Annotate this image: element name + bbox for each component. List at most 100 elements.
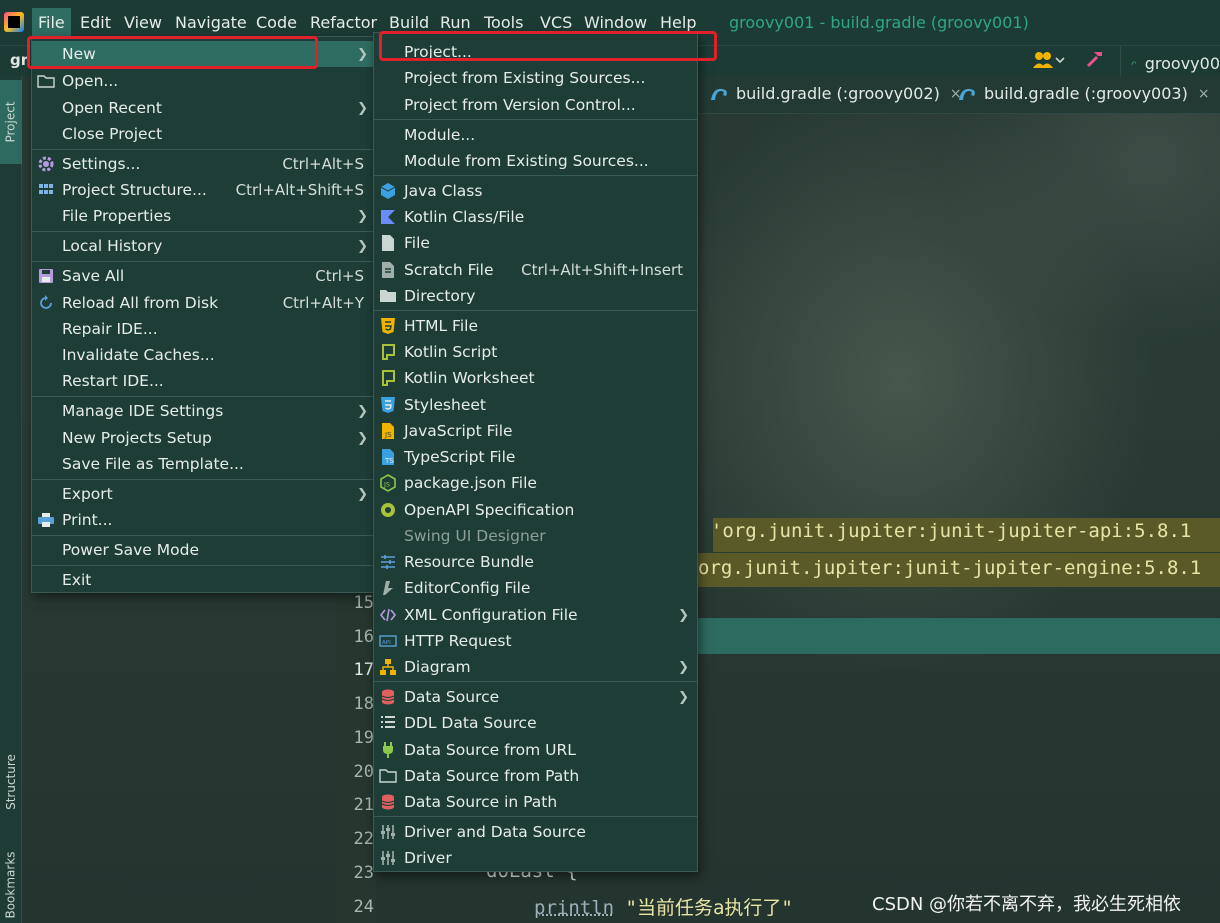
- build-hammer-icon[interactable]: [1085, 49, 1105, 69]
- menu-refactor[interactable]: Refactor: [310, 13, 377, 32]
- new-xml-configuration-file[interactable]: XML Configuration File ❯: [374, 602, 697, 628]
- file-menu-save-all[interactable]: Save All Ctrl+S: [32, 263, 373, 289]
- menu-item-label: Open Recent: [62, 99, 162, 117]
- project-breadcrumb[interactable]: gr: [10, 51, 28, 69]
- project-tool-tab[interactable]: Project: [0, 80, 22, 164]
- file-menu-save-file-as-template[interactable]: Save File as Template...: [32, 451, 373, 477]
- menu-item-label: Data Source in Path: [404, 793, 558, 811]
- menu-item-label: Save File as Template...: [62, 455, 244, 473]
- file-menu-open-recent[interactable]: Open Recent ❯: [32, 95, 373, 121]
- menu-item-label: Module from Existing Sources...: [404, 152, 649, 170]
- new-submenu: Project... Project from Existing Sources…: [373, 32, 698, 872]
- file-menu-restart-ide[interactable]: Restart IDE...: [32, 368, 373, 394]
- menu-item-label: Kotlin Script: [404, 343, 498, 361]
- new-http-request[interactable]: API HTTP Request: [374, 628, 697, 654]
- file-menu-local-history[interactable]: Local History ❯: [32, 233, 373, 259]
- new-kotlin-class[interactable]: Kotlin Class/File: [374, 204, 697, 230]
- new-typescript-file[interactable]: TS TypeScript File: [374, 444, 697, 470]
- code-with-me-icon[interactable]: [1032, 50, 1066, 70]
- menu-run[interactable]: Run: [440, 13, 471, 32]
- close-tab-icon[interactable]: ×: [1198, 86, 1210, 102]
- new-swing-ui-designer[interactable]: Swing UI Designer: [374, 523, 697, 549]
- file-menu-invalidate-caches[interactable]: Invalidate Caches...: [32, 342, 373, 368]
- new-package-json[interactable]: JS package.json File: [374, 470, 697, 496]
- window-title: groovy001 - build.gradle (groovy001): [729, 13, 1029, 32]
- file-menu-repair-ide[interactable]: Repair IDE...: [32, 316, 373, 342]
- file-menu-open[interactable]: Open...: [32, 68, 373, 94]
- new-kotlin-script[interactable]: Kotlin Script: [374, 339, 697, 365]
- menu-build[interactable]: Build: [389, 13, 429, 32]
- code-line[interactable]: println "当前任务a执行了": [534, 893, 793, 920]
- bookmarks-tool-tab[interactable]: Bookmarks: [0, 845, 22, 923]
- new-javascript-file[interactable]: JS JavaScript File: [374, 418, 697, 444]
- file-menu-close-project[interactable]: Close Project: [32, 121, 373, 147]
- new-stylesheet[interactable]: Stylesheet: [374, 392, 697, 418]
- structure-tool-tab[interactable]: Structure: [0, 740, 22, 824]
- menu-item-label: Settings...: [62, 155, 141, 173]
- new-resource-bundle[interactable]: Resource Bundle: [374, 549, 697, 575]
- driver-icon: [381, 825, 395, 839]
- file-menu-file-properties[interactable]: File Properties ❯: [32, 203, 373, 229]
- file-menu-project-structure[interactable]: Project Structure... Ctrl+Alt+Shift+S: [32, 177, 373, 203]
- new-module-from-existing-sources[interactable]: Module from Existing Sources...: [374, 148, 697, 174]
- menu-navigate[interactable]: Navigate: [175, 13, 247, 32]
- menu-item-label: HTTP Request: [404, 632, 512, 650]
- menu-view[interactable]: View: [124, 13, 162, 32]
- code-line[interactable]: n 'org.junit.jupiter:junit-jupiter-api:5…: [688, 520, 1191, 542]
- http-request-icon: API: [379, 635, 397, 647]
- line-number: 18: [353, 694, 374, 714]
- run-configuration-selector[interactable]: groovy00: [1120, 46, 1220, 76]
- file-menu-settings[interactable]: Settings... Ctrl+Alt+S: [32, 151, 373, 177]
- new-project-from-existing-sources[interactable]: Project from Existing Sources...: [374, 65, 697, 91]
- new-directory[interactable]: Directory: [374, 283, 697, 309]
- new-file[interactable]: File: [374, 230, 697, 256]
- new-data-source[interactable]: Data Source ❯: [374, 684, 697, 710]
- menu-item-label: Module...: [404, 126, 476, 144]
- new-scratch-file[interactable]: Scratch File Ctrl+Alt+Shift+Insert: [374, 257, 697, 283]
- code-string: "当前任务a执行了": [625, 897, 793, 919]
- new-project-from-vcs[interactable]: Project from Version Control...: [374, 92, 697, 118]
- menu-item-label: Directory: [404, 287, 476, 305]
- new-diagram[interactable]: Diagram ❯: [374, 654, 697, 680]
- menu-vcs[interactable]: VCS: [540, 13, 572, 32]
- file-icon: [382, 235, 394, 251]
- new-driver[interactable]: Driver: [374, 845, 697, 871]
- structure-tool-tab-label: Structure: [4, 754, 19, 810]
- new-driver-and-data-source[interactable]: Driver and Data Source: [374, 819, 697, 845]
- file-menu-new-projects-setup[interactable]: New Projects Setup ❯: [32, 425, 373, 451]
- menu-help[interactable]: Help: [660, 13, 696, 32]
- new-java-class[interactable]: Java Class: [374, 178, 697, 204]
- tab-build-gradle-groovy003[interactable]: build.gradle (:groovy003) ×: [958, 84, 1210, 103]
- file-menu-power-save-mode[interactable]: Power Save Mode: [32, 537, 373, 563]
- code-line[interactable]: org.junit.jupiter:junit-jupiter-engine:5…: [698, 557, 1201, 579]
- menu-item-label: XML Configuration File: [404, 606, 578, 624]
- gradle-icon: [711, 88, 727, 100]
- file-menu-print[interactable]: Print...: [32, 507, 373, 533]
- menu-item-label: New Projects Setup: [62, 429, 212, 447]
- new-data-source-in-path[interactable]: Data Source in Path: [374, 789, 697, 815]
- new-editorconfig-file[interactable]: EditorConfig File: [374, 575, 697, 601]
- project-tool-tab-label: Project: [4, 101, 18, 143]
- line-number: 16: [353, 627, 374, 647]
- new-ddl-data-source[interactable]: DDL Data Source: [374, 710, 697, 736]
- tab-build-gradle-groovy002[interactable]: build.gradle (:groovy002) ×: [710, 84, 962, 103]
- menu-code[interactable]: Code: [256, 13, 297, 32]
- menu-item-shortcut: Ctrl+S: [315, 267, 364, 285]
- file-menu-manage-ide-settings[interactable]: Manage IDE Settings ❯: [32, 398, 373, 424]
- new-html-file[interactable]: HTML File: [374, 313, 697, 339]
- menu-file[interactable]: File: [32, 8, 71, 37]
- new-openapi-specification[interactable]: OpenAPI Specification: [374, 497, 697, 523]
- new-module[interactable]: Module...: [374, 122, 697, 148]
- plug-icon: [383, 742, 393, 758]
- menu-tools[interactable]: Tools: [484, 13, 523, 32]
- menu-edit[interactable]: Edit: [80, 13, 111, 32]
- new-kotlin-worksheet[interactable]: Kotlin Worksheet: [374, 365, 697, 391]
- menu-window[interactable]: Window: [584, 13, 647, 32]
- menu-item-label: Data Source: [404, 688, 500, 706]
- menu-item-label: Local History: [62, 237, 163, 255]
- file-menu-exit[interactable]: Exit: [32, 567, 373, 593]
- file-menu-reload-all[interactable]: Reload All from Disk Ctrl+Alt+Y: [32, 290, 373, 316]
- file-menu-export[interactable]: Export ❯: [32, 481, 373, 507]
- new-data-source-from-path[interactable]: Data Source from Path: [374, 763, 697, 789]
- new-data-source-from-url[interactable]: Data Source from URL: [374, 737, 697, 763]
